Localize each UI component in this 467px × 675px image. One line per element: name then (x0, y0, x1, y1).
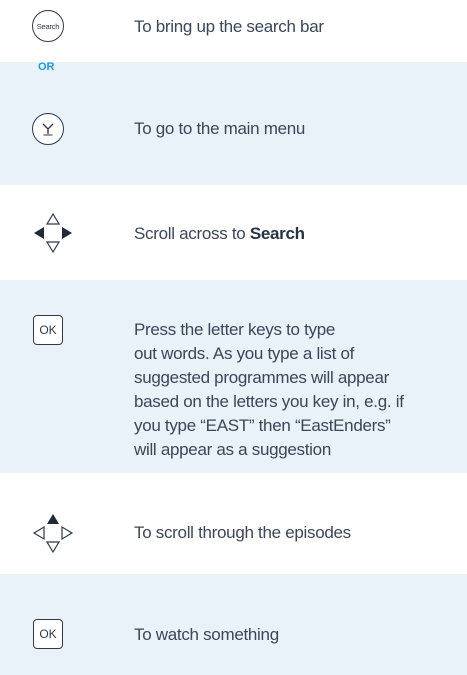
watch-instruction: To watch something (134, 625, 279, 644)
ok-button-label: OK (39, 323, 57, 337)
search-instruction: To bring up the search bar (134, 17, 324, 36)
typing-line: Press the letter keys to type (134, 320, 336, 339)
typing-line: you type “EAST” then “EastEnders” (134, 416, 391, 435)
main-menu-instruction: To go to the main menu (134, 119, 306, 138)
search-emphasis: Search (249, 224, 305, 243)
nav-left-right-icon (34, 212, 72, 254)
typing-line: out words. As you type a list of (134, 344, 355, 363)
home-button-icon (32, 113, 64, 145)
or-label: OR (38, 61, 55, 73)
scroll-across-instruction: Scroll across to Search (134, 222, 305, 246)
nav-up-down-icon (32, 514, 74, 554)
ok-button-icon: OK (33, 315, 63, 345)
search-button-icon: Search (32, 10, 64, 42)
typing-line: suggested programmes will appear (134, 368, 389, 387)
search-button-label: Search (36, 21, 60, 31)
ok-button-label: OK (39, 627, 57, 641)
ok-button-icon: OK (33, 619, 63, 649)
typing-line: will appear as a suggestion (134, 440, 331, 459)
scroll-across-text: Scroll across to (134, 224, 250, 243)
typing-instruction: Press the letter keys to type out words.… (134, 318, 404, 462)
scroll-episodes-instruction: To scroll through the episodes (134, 523, 351, 542)
typing-line: based on the letters you key in, e.g. if (134, 392, 404, 411)
